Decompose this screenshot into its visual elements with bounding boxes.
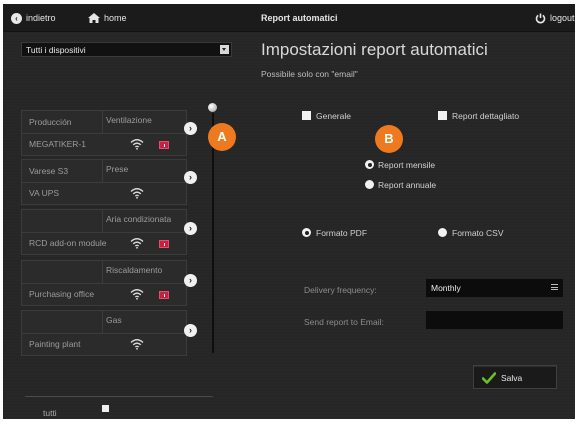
alarm-icon [159,291,169,299]
save-button[interactable]: Salva [473,365,557,389]
chevron-right-icon[interactable]: › [184,222,197,235]
csv-format-label: Formato CSV [452,228,504,238]
group-device-label: Purchasing office [29,289,95,299]
callout-badge-a: A [208,123,236,151]
callout-badge-b: B [375,125,403,153]
menu-icon [551,284,558,290]
group-device-label: RCD add-on module [29,238,107,248]
wifi-icon [130,338,144,350]
group-category-label: Gas [106,315,122,325]
scrollbar-thumb[interactable] [208,103,217,112]
save-label: Salva [501,373,523,383]
logout-button[interactable]: logout [535,12,575,24]
device-filter-select[interactable]: Tutti i dispositivi [21,42,232,57]
power-icon [535,13,546,23]
divider [22,283,186,284]
divider [25,396,213,397]
detailed-report-checkbox[interactable] [438,111,447,120]
device-group[interactable]: Varese S3 Prese VA UPS [21,159,187,205]
group-category-label: Aria condizionata [106,214,172,224]
home-label: home [104,13,127,23]
monthly-report-radio[interactable] [365,160,374,169]
delivery-frequency-select[interactable]: Monthly [426,279,563,297]
home-icon [88,13,100,23]
group-device-label: MEGATIKER-1 [29,139,86,149]
chevron-right-icon[interactable]: › [184,122,197,135]
select-all-label: tutti [43,408,57,418]
back-button[interactable]: ‹ indietro [11,12,56,24]
logout-label: logout [550,13,575,23]
chevron-down-icon[interactable] [220,45,229,54]
divider [22,182,186,183]
select-all-checkbox[interactable] [102,405,109,412]
group-device-label: Painting plant [29,339,81,349]
check-icon [482,372,496,384]
divider [22,133,186,134]
chevron-right-icon[interactable]: › [184,171,197,184]
divider [22,232,186,233]
detailed-report-label: Report dettagliato [452,111,520,121]
device-group[interactable]: Producción Ventilazione MEGATIKER-1 [21,110,187,156]
home-button[interactable]: home [88,12,127,24]
group-category-label: Prese [106,164,129,174]
device-group[interactable]: Aria condizionata RCD add-on module [21,209,187,255]
scrollbar-track[interactable] [212,113,214,353]
annual-report-label: Report annuale [378,180,437,190]
group-site-label: Producción [29,117,72,127]
wifi-icon [130,288,144,300]
alarm-icon [159,141,169,149]
page-title: Report automatici [261,13,338,23]
chevron-right-icon[interactable]: › [184,324,197,337]
wifi-icon [130,138,144,150]
divider [102,111,103,133]
device-filter-value: Tutti i dispositivi [26,45,86,55]
email-field[interactable] [426,311,563,329]
group-site-label: Varese S3 [29,166,69,176]
settings-title: Impostazioni report automatici [261,40,488,59]
delivery-frequency-value: Monthly [431,283,461,293]
alarm-icon [159,240,169,248]
top-bar: ‹ indietro home Report automatici logout [3,4,575,32]
divider [102,210,103,232]
pdf-format-label: Formato PDF [316,228,368,238]
pdf-format-radio[interactable] [302,228,311,237]
app-window: ‹ indietro home Report automatici logout… [3,4,575,419]
divider [22,333,186,334]
settings-subtitle: Possibile solo con "email" [261,69,358,79]
device-group[interactable]: Gas Painting plant [21,310,187,356]
divider [102,311,103,333]
divider [102,160,103,182]
general-report-label: Generale [316,111,351,121]
monthly-report-label: Report mensile [378,160,436,170]
device-group[interactable]: Riscaldamento Purchasing office [21,260,187,306]
delivery-frequency-label: Delivery frequency: [304,285,377,295]
group-device-label: VA UPS [29,188,60,198]
general-report-checkbox[interactable] [302,111,311,120]
chevron-right-icon[interactable]: › [184,274,197,287]
group-category-label: Ventilazione [106,115,152,125]
divider [102,261,103,283]
group-category-label: Riscaldamento [106,265,163,275]
wifi-icon [130,237,144,249]
back-icon: ‹ [11,12,22,24]
back-label: indietro [26,13,56,23]
csv-format-radio[interactable] [438,228,447,237]
wifi-icon [130,187,144,199]
annual-report-radio[interactable] [365,180,374,189]
email-label: Send report to Email: [304,317,384,327]
